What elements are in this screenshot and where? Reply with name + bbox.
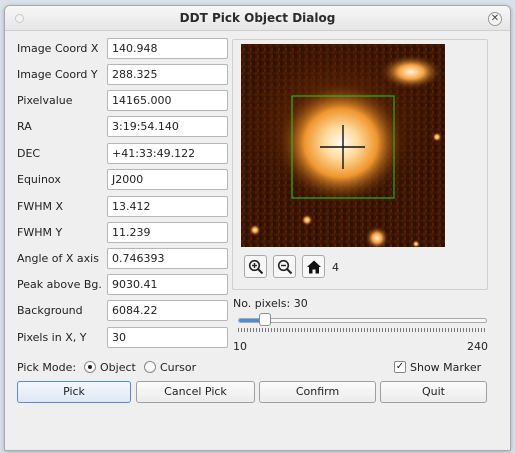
show-marker-label[interactable]: Show Marker (410, 361, 481, 374)
field-fwhm-x[interactable]: 13.412 (107, 196, 228, 217)
slider-ticks (238, 328, 487, 332)
field-pixelvalue[interactable]: 14165.000 (107, 90, 228, 111)
title-bar: DDT Pick Object Dialog ✕ (5, 6, 510, 31)
label-dec: DEC (17, 147, 41, 160)
show-marker-checkbox[interactable]: ✓ (394, 361, 406, 373)
field-fwhm-y[interactable]: 11.239 (107, 222, 228, 243)
label-angle-of-x-axis: Angle of X axis (17, 252, 99, 265)
label-fwhm-y: FWHM Y (17, 226, 63, 239)
star-image (241, 44, 445, 247)
field-pixels-in-x-y[interactable]: 30 (107, 327, 228, 348)
label-fwhm-x: FWHM X (17, 200, 63, 213)
label-pixelvalue: Pixelvalue (17, 94, 73, 107)
field-image-coord-x[interactable]: 140.948 (107, 38, 228, 59)
field-dec[interactable]: +41:33:49.122 (107, 143, 228, 164)
pixels-slider-thumb[interactable] (258, 313, 271, 326)
cancel-pick-button[interactable]: Cancel Pick (136, 381, 255, 403)
close-icon[interactable]: ✕ (488, 12, 502, 26)
star-image-view[interactable] (241, 44, 445, 247)
home-icon (307, 260, 321, 274)
label-image-coord-y: Image Coord Y (17, 68, 98, 81)
radio-object[interactable] (84, 361, 96, 373)
quit-button[interactable]: Quit (380, 381, 487, 403)
zoom-out-icon (277, 259, 293, 275)
label-image-coord-x: Image Coord X (17, 42, 99, 55)
label-equinox: Equinox (17, 173, 61, 186)
field-background[interactable]: 6084.22 (107, 300, 228, 321)
zoom-in-button[interactable] (244, 255, 267, 278)
zoom-level-label: 4 (332, 261, 339, 274)
radio-object-label[interactable]: Object (100, 361, 136, 374)
field-peak-above-bg[interactable]: 9030.41 (107, 274, 228, 295)
field-equinox[interactable]: J2000 (107, 169, 228, 190)
slider-min-label: 10 (233, 340, 247, 353)
pixels-count-label: No. pixels: 30 (233, 297, 308, 310)
pick-button[interactable]: Pick (17, 381, 131, 403)
label-background: Background (17, 304, 83, 317)
label-pixels-in-x-y: Pixels in X, Y (17, 331, 87, 344)
slider-max-label: 240 (467, 340, 488, 353)
window-title: DDT Pick Object Dialog (179, 11, 336, 25)
label-ra: RA (17, 120, 32, 133)
pick-mode-label: Pick Mode: (17, 361, 77, 374)
home-button[interactable] (302, 255, 325, 278)
pixels-slider-track[interactable] (238, 318, 487, 323)
radio-cursor-label[interactable]: Cursor (160, 361, 196, 374)
zoom-in-icon (248, 259, 264, 275)
label-peak-above-bg: Peak above Bg. (17, 278, 102, 291)
zoom-out-button[interactable] (273, 255, 296, 278)
field-ra[interactable]: 3:19:54.140 (107, 116, 228, 137)
radio-cursor[interactable] (144, 361, 156, 373)
field-image-coord-y[interactable]: 288.325 (107, 64, 228, 85)
field-angle-of-x-axis[interactable]: 0.746393 (107, 248, 228, 269)
confirm-button[interactable]: Confirm (259, 381, 376, 403)
